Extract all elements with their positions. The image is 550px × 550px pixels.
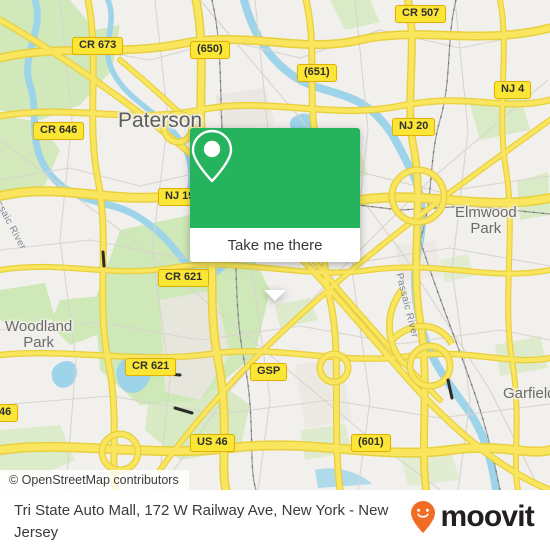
map-canvas[interactable]: Paterson Elmwood Park Woodland Park Garf… <box>0 0 550 490</box>
road-shield: NJ 20 <box>392 118 436 136</box>
road-shield: GSP <box>250 363 288 381</box>
moovit-pin-logo <box>411 501 436 533</box>
moovit-logo[interactable]: moovit <box>410 500 535 534</box>
road-shield: CR 507 <box>395 5 447 23</box>
road-shield: 46 <box>0 404 19 422</box>
popup-header <box>190 128 360 228</box>
location-title: Tri State Auto Mall, 172 W Railway Ave, … <box>14 502 389 541</box>
road-shield: (650) <box>190 41 230 59</box>
road-shield: (601) <box>351 434 391 452</box>
take-me-there-button[interactable]: Take me there <box>190 228 360 262</box>
popup-pointer <box>264 290 286 301</box>
road-shield: CR 673 <box>72 37 124 55</box>
map-pin-icon <box>191 129 233 183</box>
road-shield: NJ 4 <box>494 81 532 99</box>
osm-attribution[interactable]: © OpenStreetMap contributors <box>0 470 189 490</box>
location-popup[interactable]: Take me there <box>190 128 360 301</box>
road-shield: CR 621 <box>158 269 210 287</box>
screenshot-root: Paterson Elmwood Park Woodland Park Garf… <box>0 0 550 550</box>
road-shield: (651) <box>297 64 337 82</box>
road-shield: CR 621 <box>125 358 177 376</box>
road-shield: US 46 <box>190 434 235 452</box>
moovit-wordmark: moovit <box>440 500 534 533</box>
road-shield: CR 646 <box>33 122 85 140</box>
